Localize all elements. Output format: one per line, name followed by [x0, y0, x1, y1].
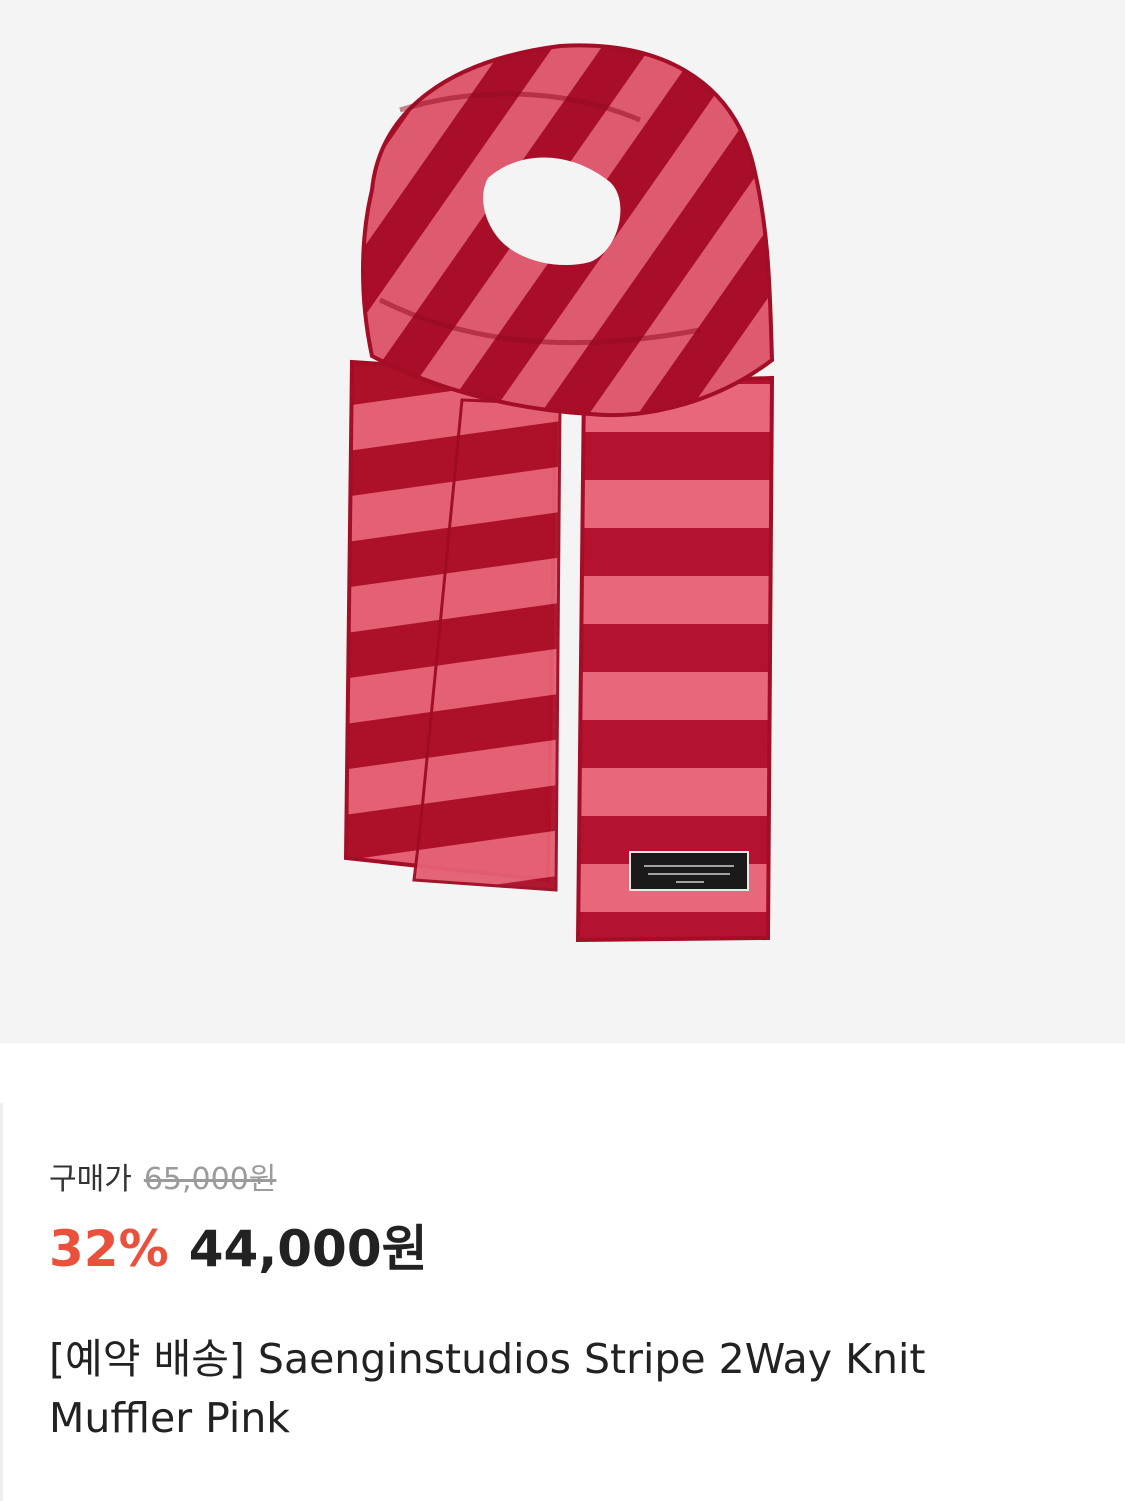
- original-price: 65,000원: [143, 1162, 277, 1197]
- product-title: [예약 배송] Saenginstudios Stripe 2Way Knit …: [49, 1335, 926, 1442]
- price-label: 구매가: [49, 1162, 132, 1197]
- scarf-illustration: [343, 43, 775, 943]
- product-detail-page: 구매가 65,000원 32% 44,000원 [예약 배송] Saengins…: [0, 0, 1125, 1501]
- discount-rate: 32%: [49, 1220, 169, 1278]
- product-info: 구매가 65,000원 32% 44,000원 [예약 배송] Saengins…: [49, 1160, 1089, 1448]
- product-image[interactable]: [0, 0, 1125, 1043]
- scarf-label-patch: [629, 851, 749, 891]
- left-edge-divider: [0, 1103, 3, 1501]
- price-label-row: 구매가 65,000원: [49, 1160, 1089, 1200]
- sale-price-row: 32% 44,000원: [49, 1218, 1089, 1280]
- sale-price: 44,000원: [188, 1220, 428, 1278]
